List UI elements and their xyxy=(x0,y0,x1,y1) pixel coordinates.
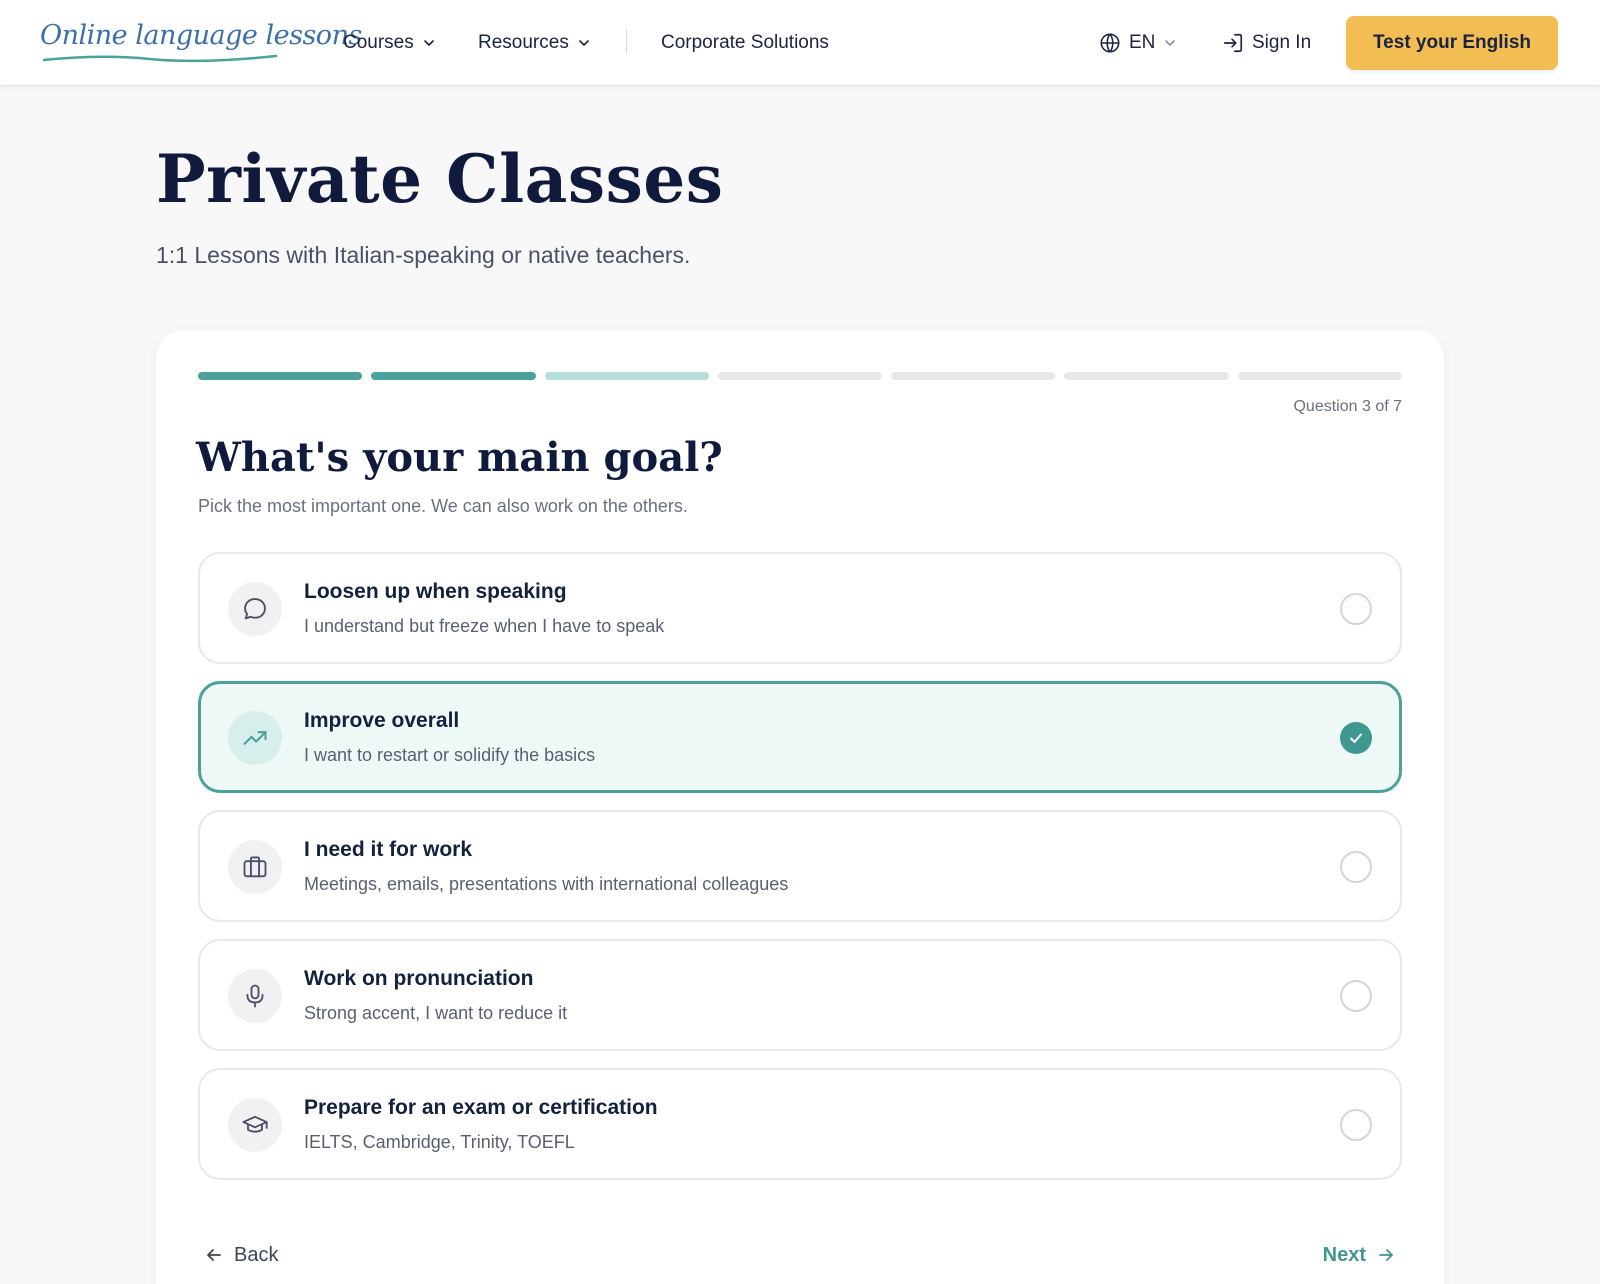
quiz-card: Question 3 of 7 What's your main goal? P… xyxy=(156,330,1444,1284)
nav-resources-label: Resources xyxy=(478,32,569,53)
option-loosen-up-speaking[interactable]: Loosen up when speaking I understand but… xyxy=(198,552,1402,664)
question-subtitle: Pick the most important one. We can also… xyxy=(198,496,688,516)
language-label: EN xyxy=(1129,32,1156,53)
back-button[interactable]: Back xyxy=(204,1240,278,1270)
check-icon xyxy=(1350,733,1362,743)
option-title: I need it for work xyxy=(304,838,473,861)
nav-divider xyxy=(626,30,627,54)
option-description: IELTS, Cambridge, Trinity, TOEFL xyxy=(304,1132,575,1152)
sign-in-label: Sign In xyxy=(1252,32,1312,53)
progress-segment xyxy=(717,372,883,380)
progress-segment xyxy=(198,372,363,380)
option-description: I want to restart or solidify the basics xyxy=(304,745,596,765)
progress-segment xyxy=(891,372,1056,380)
progress-segment xyxy=(1237,372,1402,380)
logo-underline-icon xyxy=(42,54,278,63)
option-improve-overall[interactable]: Improve overall I want to restart or sol… xyxy=(198,681,1402,793)
site-header: Online language lessons Courses Resource… xyxy=(0,0,1600,86)
progress-bar xyxy=(198,372,1402,380)
nav-courses-label: Courses xyxy=(343,32,414,53)
chevron-down-icon xyxy=(579,40,589,46)
test-your-english-button[interactable]: Test your English xyxy=(1346,16,1558,70)
progress-segment xyxy=(1064,372,1229,380)
option-title: Loosen up when speaking xyxy=(304,580,567,603)
option-description: I understand but freeze when I have to s… xyxy=(304,616,665,636)
arrow-left-icon xyxy=(207,1249,221,1261)
progress-segment xyxy=(371,372,536,380)
option-prepare-exam[interactable]: Prepare for an exam or certification IEL… xyxy=(198,1068,1402,1180)
back-label: Back xyxy=(234,1243,279,1266)
trending-up-icon xyxy=(243,731,267,745)
briefcase-icon xyxy=(243,856,267,878)
option-title: Prepare for an exam or certification xyxy=(304,1096,658,1119)
option-need-for-work[interactable]: I need it for work Meetings, emails, pre… xyxy=(198,810,1402,922)
nav-resources[interactable]: Resources xyxy=(478,30,591,56)
nav-courses[interactable]: Courses xyxy=(343,30,436,56)
speech-bubble-icon xyxy=(244,598,266,620)
chevron-down-icon xyxy=(423,40,434,46)
option-icon-wrap xyxy=(228,969,282,1023)
option-icon-wrap xyxy=(228,711,282,765)
next-label: Next xyxy=(1322,1243,1366,1266)
microphone-icon xyxy=(246,984,264,1008)
question-title: What's your main goal? xyxy=(196,434,723,481)
next-button[interactable]: Next xyxy=(1323,1240,1396,1270)
option-icon-wrap xyxy=(228,840,282,894)
radio-button[interactable] xyxy=(1340,1109,1372,1141)
radio-button[interactable] xyxy=(1340,593,1372,625)
page-subtitle: 1:1 Lessons with Italian-speaking or nat… xyxy=(156,242,691,268)
radio-button[interactable] xyxy=(1340,980,1372,1012)
nav-corporate-label: Corporate Solutions xyxy=(661,32,829,53)
nav-corporate-solutions[interactable]: Corporate Solutions xyxy=(661,30,829,56)
globe-icon xyxy=(1100,33,1120,53)
option-description: Strong accent, I want to reduce it xyxy=(304,1003,568,1023)
option-title: Work on pronunciation xyxy=(304,967,534,990)
chevron-down-icon xyxy=(1165,40,1176,46)
option-icon-wrap xyxy=(228,582,282,636)
sign-in-link[interactable]: Sign In xyxy=(1222,30,1311,56)
option-work-on-pronunciation[interactable]: Work on pronunciation Strong accent, I w… xyxy=(198,939,1402,1051)
arrow-right-icon xyxy=(1379,1249,1393,1261)
progress-segment xyxy=(544,372,709,380)
language-selector[interactable]: EN xyxy=(1099,30,1177,56)
option-icon-wrap xyxy=(228,1098,282,1152)
radio-button-checked[interactable] xyxy=(1340,722,1372,754)
sign-in-icon xyxy=(1223,33,1243,53)
graduation-cap-icon xyxy=(242,1115,268,1133)
option-description: Meetings, emails, presentations with int… xyxy=(304,874,789,894)
option-title: Improve overall xyxy=(304,709,460,732)
question-counter: Question 3 of 7 xyxy=(1293,398,1402,415)
radio-button[interactable] xyxy=(1340,851,1372,883)
site-logo[interactable]: Online language lessons xyxy=(40,18,362,68)
page-title: Private Classes xyxy=(156,140,724,218)
